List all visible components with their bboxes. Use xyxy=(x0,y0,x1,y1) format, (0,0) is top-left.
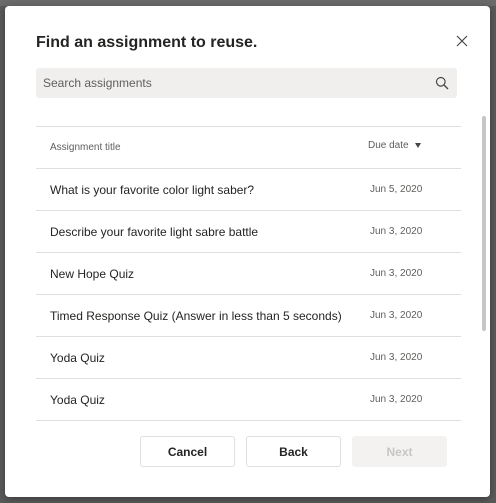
column-header-title: Assignment title xyxy=(50,142,121,153)
assignment-title: Describe your favorite light sabre battl… xyxy=(50,225,259,239)
column-header-due-date[interactable]: Due date xyxy=(368,140,421,151)
assignment-title: New Hope Quiz xyxy=(50,267,135,281)
assignment-due-date: Jun 3, 2020 xyxy=(370,352,423,363)
search-input[interactable] xyxy=(36,68,427,98)
close-button[interactable] xyxy=(451,30,473,52)
search-box xyxy=(36,68,457,98)
table-row[interactable]: What is your favorite color light saber?… xyxy=(36,169,461,211)
assignment-due-date: Jun 3, 2020 xyxy=(370,268,423,279)
reuse-assignment-dialog: Find an assignment to reuse. Assignment … xyxy=(5,6,490,497)
assignment-title: Timed Response Quiz (Answer in less than… xyxy=(50,309,342,323)
table-body: What is your favorite color light saber?… xyxy=(36,169,461,421)
next-button[interactable]: Next xyxy=(352,436,447,467)
assignment-due-date: Jun 5, 2020 xyxy=(370,184,423,195)
close-icon xyxy=(456,35,468,47)
table-row[interactable]: Describe your favorite light sabre battl… xyxy=(36,211,461,253)
back-button[interactable]: Back xyxy=(246,436,341,467)
search-icon[interactable] xyxy=(427,68,457,98)
list-scrollbar[interactable] xyxy=(482,116,486,331)
assignment-due-date: Jun 3, 2020 xyxy=(370,310,423,321)
column-header-due-date-label: Due date xyxy=(368,140,409,151)
dialog-title: Find an assignment to reuse. xyxy=(36,34,258,51)
table-row[interactable]: Timed Response Quiz (Answer in less than… xyxy=(36,295,461,337)
assignment-list: Assignment title Due date What is your f… xyxy=(36,104,461,422)
assignment-title: Yoda Quiz xyxy=(50,393,105,407)
table-header: Assignment title Due date xyxy=(36,127,461,169)
table-row[interactable]: Yoda Quiz Jun 3, 2020 xyxy=(36,379,461,421)
assignment-due-date: Jun 3, 2020 xyxy=(370,394,423,405)
sort-descending-icon xyxy=(414,143,421,148)
assignment-title: What is your favorite color light saber? xyxy=(50,183,255,197)
assignment-title: Yoda Quiz xyxy=(50,351,105,365)
table-row[interactable]: New Hope Quiz Jun 3, 2020 xyxy=(36,253,461,295)
cancel-button[interactable]: Cancel xyxy=(140,436,235,467)
table-row[interactable]: Yoda Quiz Jun 3, 2020 xyxy=(36,337,461,379)
assignment-due-date: Jun 3, 2020 xyxy=(370,226,423,237)
